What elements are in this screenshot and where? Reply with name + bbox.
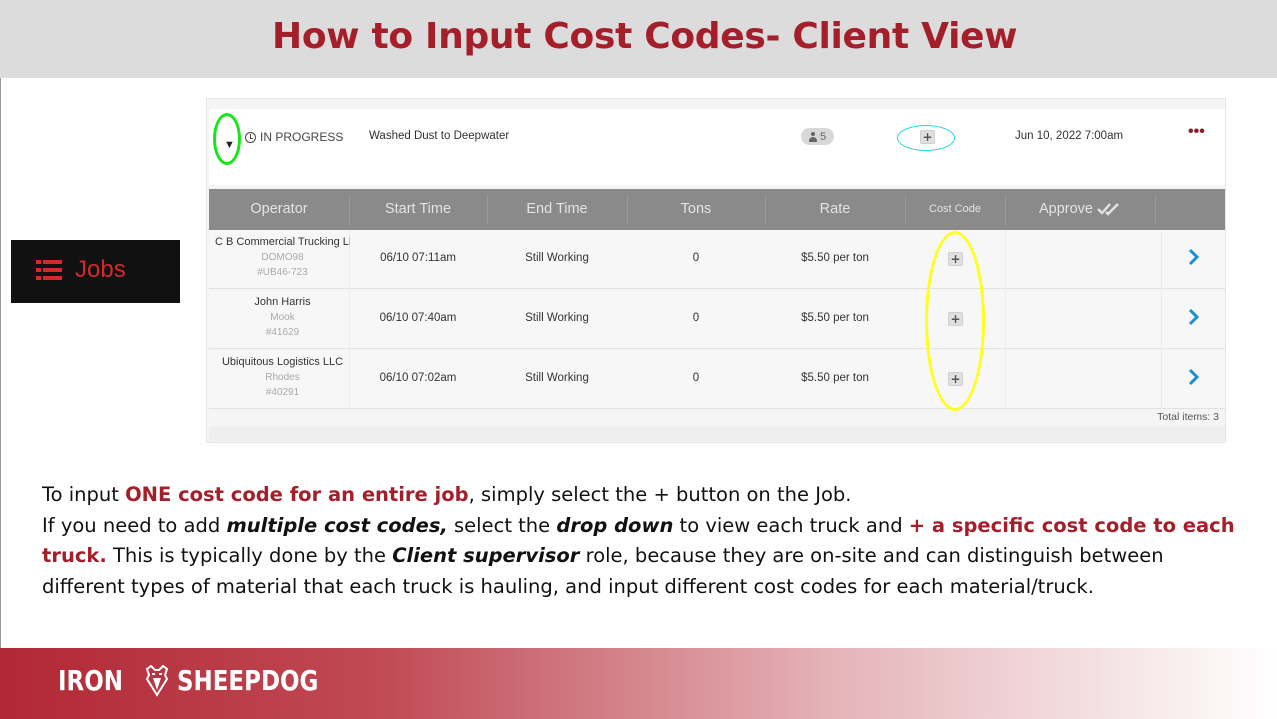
end-time: Still Working: [525, 372, 589, 384]
chevron-right-icon[interactable]: [1187, 308, 1201, 326]
chevron-right-icon[interactable]: [1187, 248, 1201, 266]
operator-name: John Harris: [254, 296, 311, 308]
header-operator: Operator: [250, 201, 308, 217]
ellipsis-icon[interactable]: •••: [1188, 123, 1205, 141]
truck-count-badge: 5: [801, 128, 834, 145]
truck-name: Mook: [270, 312, 295, 323]
header-rate: Rate: [819, 201, 851, 217]
table-footer-strip: [209, 427, 1225, 441]
instruction-paragraph-2: If you need to add multiple cost codes, …: [42, 511, 1242, 603]
slide-footer: IRON SHEEPDOG: [0, 648, 1277, 719]
end-time: Still Working: [525, 312, 589, 324]
truck-count: 5: [819, 130, 827, 143]
header-approve-label: Approve: [1038, 201, 1093, 217]
sheepdog-shield-icon: [146, 664, 169, 697]
text-run-emphasis: ONE cost code for an entire job: [125, 483, 469, 506]
job-screenshot-panel: ▼ IN PROGRESS Washed Dust to Deepwater 5…: [206, 98, 1226, 443]
column-divider: [1161, 290, 1162, 349]
column-divider: [1005, 230, 1006, 289]
chevron-right-icon[interactable]: [1187, 368, 1201, 386]
row-cost-code-highlight-ring: [925, 231, 985, 411]
text-run: If you need to add: [42, 513, 227, 537]
instruction-paragraph-1: To input ONE cost code for an entire job…: [42, 480, 1242, 511]
column-divider: [1161, 230, 1162, 289]
job-status-label: IN PROGRESS: [260, 130, 344, 144]
rate: $5.50 per ton: [801, 372, 869, 384]
person-icon: [808, 131, 817, 142]
slide-left-border: [0, 78, 1, 648]
tons: 0: [692, 312, 700, 324]
column-divider: [1005, 290, 1006, 349]
table-row[interactable]: Ubiquitous Logistics LLC Rhodes #40291 0…: [209, 350, 1225, 409]
total-items: Total items: 3: [1157, 411, 1219, 423]
slide-title: How to Input Cost Codes- Client View: [272, 16, 1018, 57]
brand-logo: IRON SHEEPDOG: [58, 664, 350, 697]
table-header: Operator Start Time End Time Tons Rate C…: [209, 189, 1225, 230]
brand-left: IRON: [58, 664, 123, 697]
jobs-nav-tile[interactable]: Jobs: [11, 240, 180, 303]
text-run: This is typically done by the: [106, 544, 393, 567]
text-run: To input: [42, 483, 126, 506]
start-time: 06/10 07:40am: [379, 312, 457, 324]
truck-id: #40291: [265, 387, 300, 398]
header-start-time: Start Time: [384, 201, 452, 217]
tons: 0: [692, 252, 700, 264]
job-add-cost-code-button[interactable]: +: [920, 130, 935, 144]
header-end-time: End Time: [526, 201, 588, 217]
end-time: Still Working: [525, 252, 589, 264]
operator-name: Ubiquitous Logistics LLC: [221, 356, 344, 368]
truck-name: DOMO98: [261, 252, 304, 263]
table-row[interactable]: John Harris Mook #41629 06/10 07:40am St…: [209, 290, 1225, 349]
rate: $5.50 per ton: [801, 312, 869, 324]
text-run: to view each truck and: [673, 513, 909, 537]
job-name: Washed Dust to Deepwater: [369, 130, 510, 142]
table-row[interactable]: C B Commercial Trucking LLC DOMO98 #UB46…: [209, 230, 1225, 289]
header-separator: [1155, 195, 1156, 225]
job-status: IN PROGRESS: [245, 130, 343, 144]
jobs-label: Jobs: [75, 256, 126, 283]
job-datetime: Jun 10, 2022 7:00am: [1015, 130, 1124, 142]
list-icon: [36, 260, 62, 280]
dropdown-highlight-ring: [213, 113, 241, 165]
text-run: , simply select the + button on the Job.: [468, 483, 852, 506]
header-approve[interactable]: Approve: [1005, 189, 1155, 230]
header-tons: Tons: [680, 201, 712, 217]
start-time: 06/10 07:02am: [379, 372, 457, 384]
double-check-icon: [1097, 203, 1119, 216]
truck-id: #UB46-723: [257, 267, 308, 278]
text-run-emphasis: multiple cost codes,: [226, 513, 448, 537]
text-run-emphasis: drop down: [556, 513, 674, 537]
brand-right: SHEEPDOG: [177, 664, 319, 697]
column-divider: [1005, 350, 1006, 409]
column-divider: [1161, 350, 1162, 409]
operator-name: C B Commercial Trucking LLC: [215, 236, 350, 248]
job-row[interactable]: ▼ IN PROGRESS Washed Dust to Deepwater 5…: [209, 109, 1225, 185]
rate: $5.50 per ton: [801, 252, 869, 264]
start-time: 06/10 07:11am: [380, 252, 456, 264]
header-cost-code: Cost Code: [929, 203, 981, 215]
clock-icon: [245, 131, 256, 143]
slide-title-bar: How to Input Cost Codes- Client View: [0, 0, 1277, 78]
truck-name: Rhodes: [265, 372, 300, 383]
truck-id: #41629: [265, 327, 300, 338]
text-run-emphasis: Client supervisor: [392, 544, 580, 567]
text-run: select the: [447, 513, 557, 537]
tons: 0: [692, 372, 700, 384]
instructions-text: To input ONE cost code for an entire job…: [42, 480, 1242, 602]
